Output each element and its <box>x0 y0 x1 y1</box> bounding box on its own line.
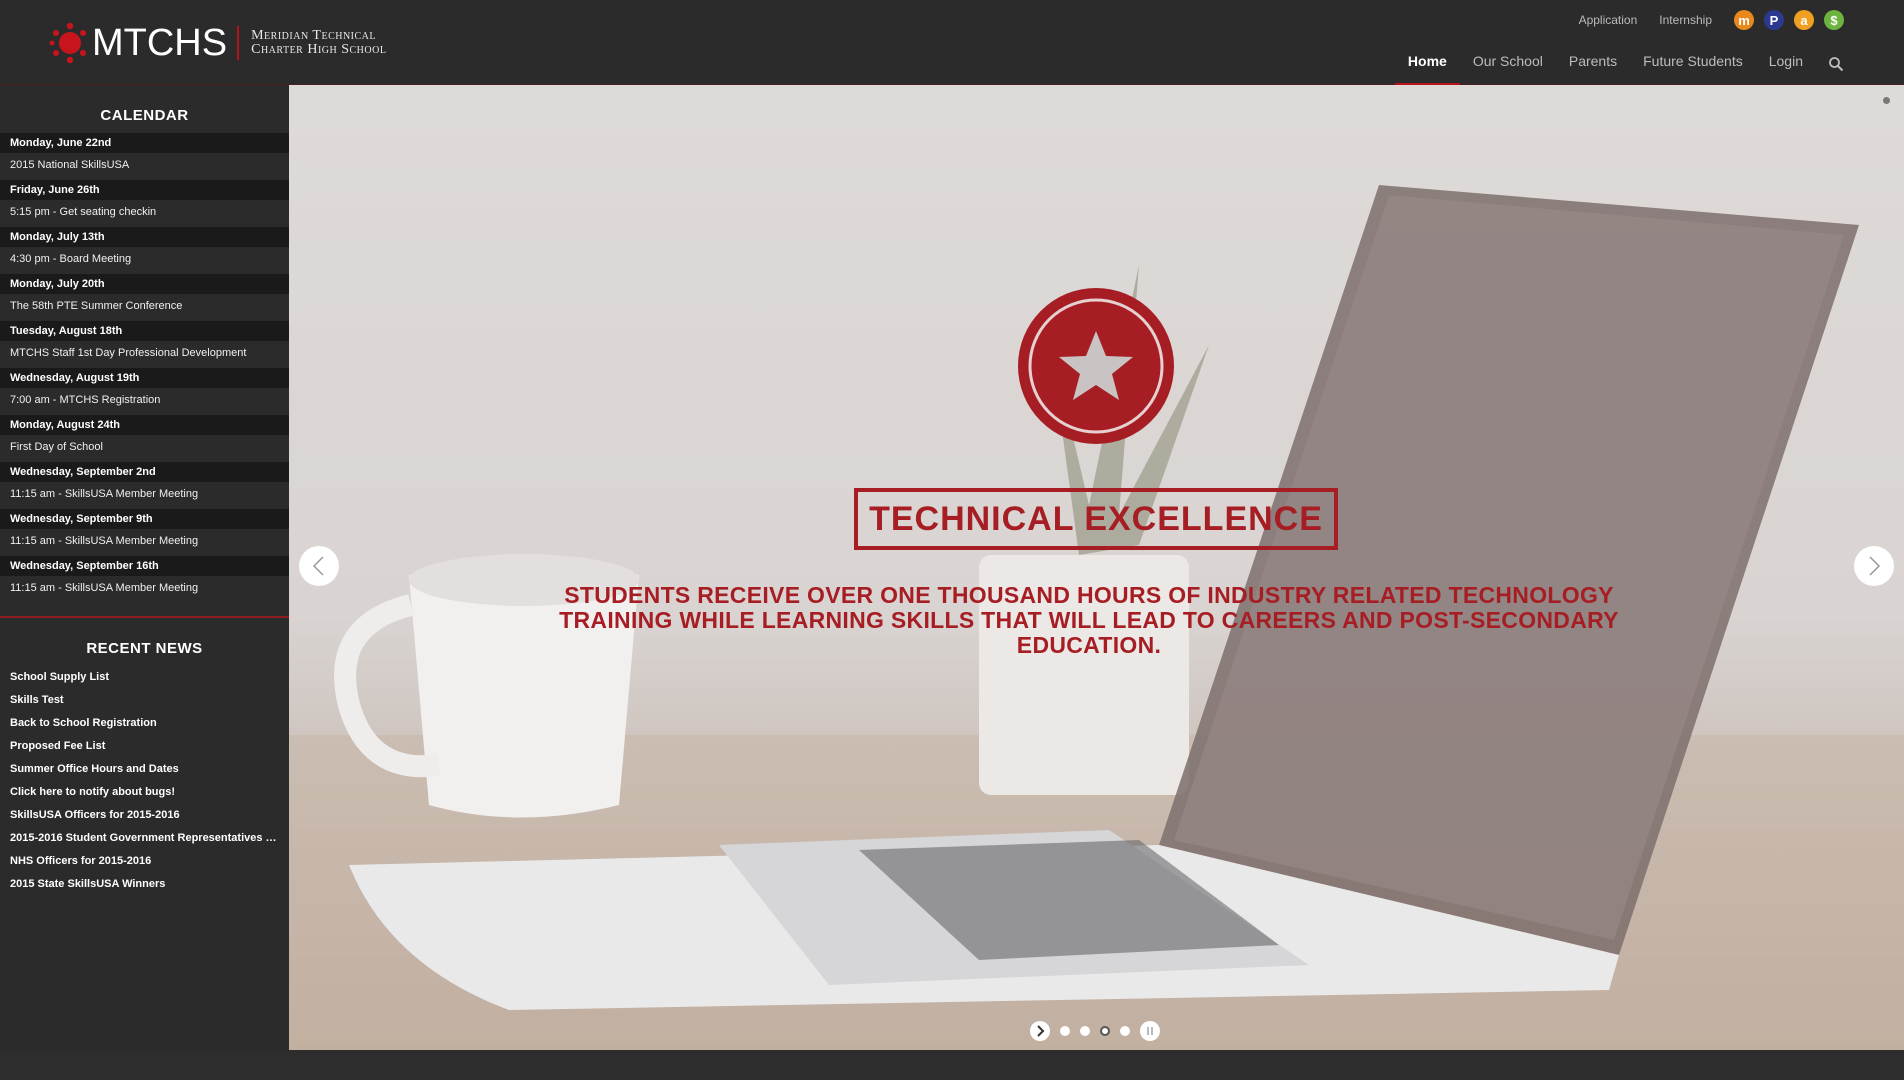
calendar-event[interactable]: MTCHS Staff 1st Day Professional Develop… <box>0 341 289 368</box>
calendar-date: Friday, June 26th <box>0 180 289 200</box>
calendar-event[interactable]: 5:15 pm - Get seating checkin <box>0 200 289 227</box>
calendar-event[interactable]: 11:15 am - SkillsUSA Member Meeting <box>0 482 289 509</box>
sidebar: CALENDAR Monday, June 22nd 2015 National … <box>0 85 289 1050</box>
slider-corner-indicator <box>1883 97 1890 104</box>
news-item[interactable]: 2015 State SkillsUSA Winners <box>0 873 280 896</box>
calendar-item[interactable]: Tuesday, August 18th MTCHS Staff 1st Day … <box>0 321 289 368</box>
calendar-date: Wednesday, September 2nd <box>0 462 289 482</box>
slider-pagination <box>1030 1021 1170 1041</box>
hero-subline: STUDENTS RECEIVE OVER ONE THOUSAND HOURS… <box>559 582 1619 658</box>
calendar-event[interactable]: 2015 National SkillsUSA <box>0 153 289 180</box>
calendar-date: Tuesday, August 18th <box>0 321 289 341</box>
calendar-item[interactable]: Monday, July 20th The 58th PTE Summer Con… <box>0 274 289 321</box>
calendar-item[interactable]: Wednesday, August 19th 7:00 am - MTCHS Re… <box>0 368 289 415</box>
calendar-list: Monday, June 22nd 2015 National SkillsUSA… <box>0 133 289 603</box>
slider-pause-control[interactable] <box>1140 1021 1160 1041</box>
calendar-date: Monday, June 22nd <box>0 133 289 153</box>
chevron-left-icon <box>312 556 324 576</box>
a-icon[interactable]: a <box>1794 10 1814 30</box>
chevron-right-icon <box>1869 556 1881 576</box>
sidebar-divider <box>0 616 289 618</box>
calendar-item[interactable]: Monday, June 22nd 2015 National SkillsUSA <box>0 133 289 180</box>
application-link[interactable]: Application <box>1579 13 1638 27</box>
logo-name-line2: Charter High School <box>251 42 387 57</box>
star-badge-icon <box>1018 288 1174 444</box>
recent-news-title: RECENT NEWS <box>86 640 203 657</box>
news-item[interactable]: Click here to notify about bugs! <box>0 781 280 804</box>
calendar-event[interactable]: 7:00 am - MTCHS Registration <box>0 388 289 415</box>
news-item[interactable]: SkillsUSA Officers for 2015-2016 <box>0 804 280 827</box>
utility-bar: Application Internship m P a $ <box>1579 10 1844 30</box>
dollar-icon[interactable]: $ <box>1824 10 1844 30</box>
calendar-item[interactable]: Wednesday, September 9th 11:15 am - Skill… <box>0 509 289 556</box>
nav-home[interactable]: Home <box>1394 42 1460 85</box>
news-item[interactable]: Skills Test <box>0 689 280 712</box>
news-item[interactable]: 2015-2016 Student Government Representat… <box>0 827 280 850</box>
m-icon[interactable]: m <box>1734 10 1754 30</box>
news-item[interactable]: School Supply List <box>0 666 280 689</box>
calendar-item[interactable]: Wednesday, September 16th 11:15 am - Skil… <box>0 556 289 603</box>
calendar-title: CALENDAR <box>100 107 189 124</box>
calendar-item[interactable]: Monday, August 24th First Day of School <box>0 415 289 462</box>
page-footer-bar <box>0 1050 1904 1080</box>
slider-dot[interactable] <box>1060 1026 1070 1036</box>
hero-headline: TECHNICAL EXCELLENCE <box>854 488 1338 550</box>
calendar-date: Wednesday, August 19th <box>0 368 289 388</box>
search-icon[interactable] <box>1816 42 1856 85</box>
logo-mark-icon <box>49 22 86 64</box>
chevron-right-icon <box>1037 1025 1045 1037</box>
calendar-date: Monday, July 20th <box>0 274 289 294</box>
calendar-event[interactable]: The 58th PTE Summer Conference <box>0 294 289 321</box>
nav-our-school[interactable]: Our School <box>1460 42 1556 85</box>
logo-abbreviation: MTCHS <box>92 22 228 64</box>
news-item[interactable]: Back to School Registration <box>0 712 280 735</box>
calendar-date: Monday, July 13th <box>0 227 289 247</box>
calendar-date: Wednesday, September 16th <box>0 556 289 576</box>
calendar-event[interactable]: 4:30 pm - Board Meeting <box>0 247 289 274</box>
p-icon[interactable]: P <box>1764 10 1784 30</box>
internship-link[interactable]: Internship <box>1659 13 1712 27</box>
news-item[interactable]: Proposed Fee List <box>0 735 280 758</box>
nav-future-students[interactable]: Future Students <box>1630 42 1756 85</box>
news-list: School Supply List Skills Test Back to S… <box>0 666 289 896</box>
nav-parents[interactable]: Parents <box>1556 42 1630 85</box>
calendar-event[interactable]: First Day of School <box>0 435 289 462</box>
logo-school-name: Meridian Technical Charter High School <box>251 29 386 57</box>
calendar-event[interactable]: 11:15 am - SkillsUSA Member Meeting <box>0 529 289 556</box>
calendar-item[interactable]: Wednesday, September 2nd 11:15 am - Skill… <box>0 462 289 509</box>
slider-dot[interactable] <box>1120 1026 1130 1036</box>
calendar-event[interactable]: 11:15 am - SkillsUSA Member Meeting <box>0 576 289 603</box>
slider-next-control[interactable] <box>1030 1021 1050 1041</box>
site-logo[interactable]: MTCHS Meridian Technical Charter High Sc… <box>48 20 386 66</box>
news-item[interactable]: NHS Officers for 2015-2016 <box>0 850 280 873</box>
news-item[interactable]: Summer Office Hours and Dates <box>0 758 280 781</box>
calendar-item[interactable]: Friday, June 26th 5:15 pm - Get seating c… <box>0 180 289 227</box>
nav-login[interactable]: Login <box>1756 42 1816 85</box>
logo-divider <box>237 26 240 60</box>
calendar-item[interactable]: Monday, July 13th 4:30 pm - Board Meeting <box>0 227 289 274</box>
hero-slider: TECHNICAL EXCELLENCE STUDENTS RECEIVE OV… <box>289 85 1904 1050</box>
pause-icon <box>1147 1027 1153 1035</box>
slider-dot[interactable] <box>1080 1026 1090 1036</box>
slider-dot-active[interactable] <box>1100 1026 1110 1036</box>
slider-next-button[interactable] <box>1854 546 1894 586</box>
site-header: MTCHS Meridian Technical Charter High Sc… <box>0 0 1904 85</box>
hero-background-image <box>289 185 1904 1050</box>
calendar-date: Wednesday, September 9th <box>0 509 289 529</box>
slider-prev-button[interactable] <box>299 546 339 586</box>
calendar-date: Monday, August 24th <box>0 415 289 435</box>
logo-name-line1: Meridian Technical <box>251 28 377 43</box>
main-nav: Home Our School Parents Future Students … <box>1394 42 1856 85</box>
